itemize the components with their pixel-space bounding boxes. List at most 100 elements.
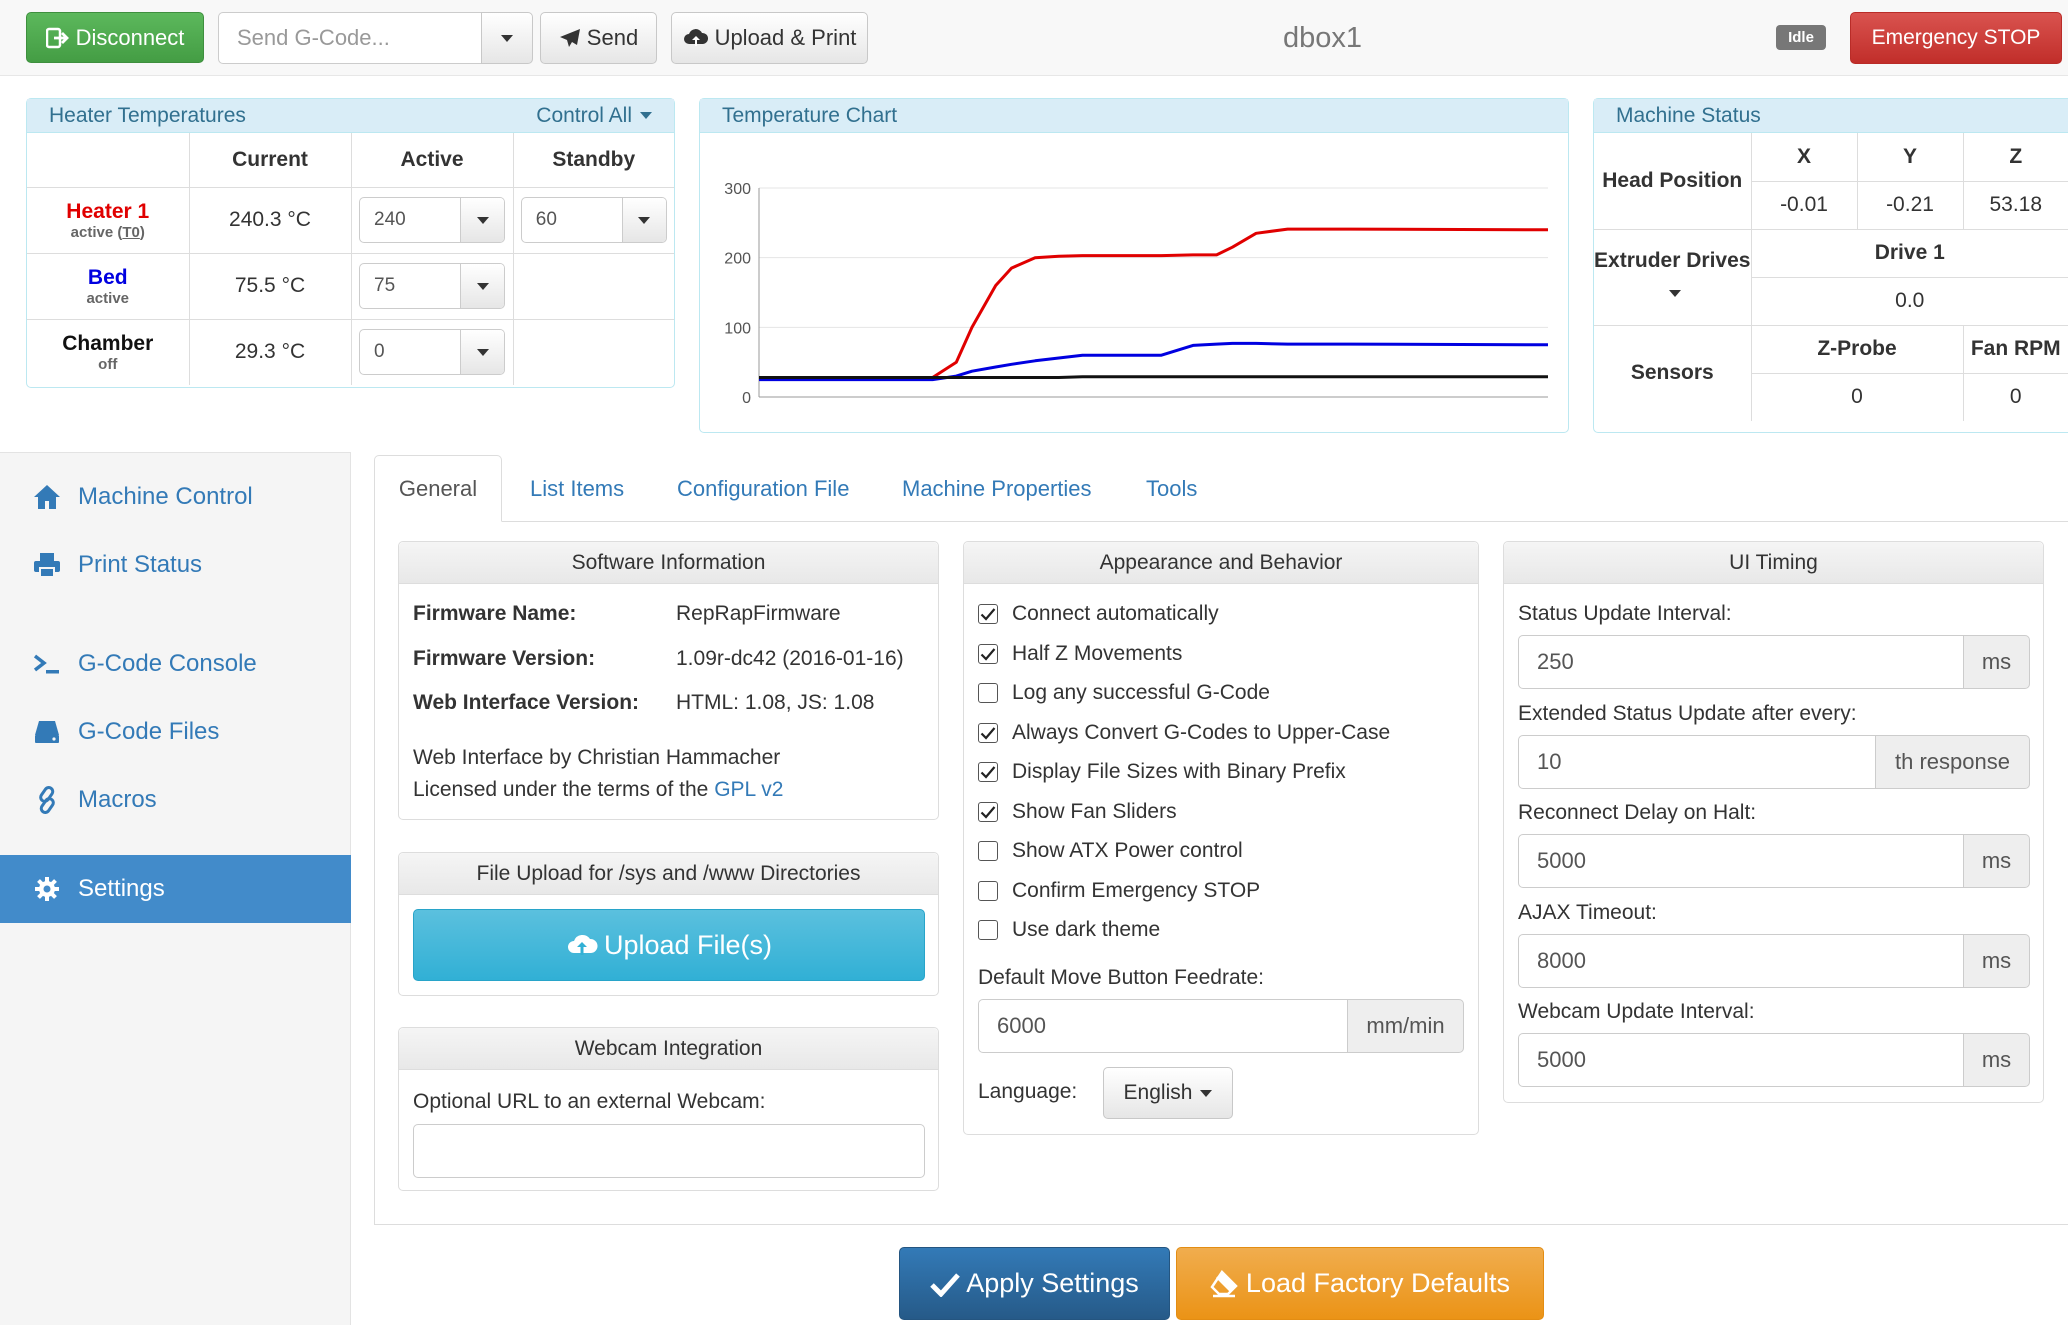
send-button[interactable]: Send [540, 12, 657, 64]
chart-title: Temperature Chart [722, 103, 898, 127]
fanrpm-label: Fan RPM [1962, 324, 2068, 374]
tab-configuration-file[interactable]: Configuration File [677, 455, 849, 522]
timing-field-input[interactable] [1518, 734, 1876, 789]
checkbox-checked[interactable] [978, 643, 998, 664]
timing-field-label: Reconnect Delay on Halt: [1518, 801, 1757, 824]
control-all-dropdown[interactable]: Control All [536, 104, 652, 128]
col-standby: Standby [512, 133, 674, 188]
chevron-down-icon [638, 216, 651, 224]
chart-panel: Temperature Chart 0 100 200 300 [699, 98, 1569, 433]
checkbox-label: Display File Sizes with Binary Prefix [1012, 760, 1346, 783]
feedrate-input[interactable] [978, 999, 1348, 1053]
checkbox-checked[interactable] [978, 722, 998, 743]
bed-active-dropdown[interactable] [460, 264, 504, 308]
checkbox-row[interactable]: Display File Sizes with Binary Prefix [978, 760, 1346, 784]
checkbox-unchecked[interactable] [978, 683, 998, 703]
chart-series-line-2 [759, 375, 1548, 379]
checkbox-checked[interactable] [978, 801, 998, 822]
gcode-history-dropdown[interactable] [481, 12, 533, 64]
checkbox-unchecked[interactable] [978, 880, 998, 901]
checkbox-checked[interactable] [978, 762, 998, 782]
checkmark-icon [980, 805, 996, 819]
y-tick-label: 200 [724, 251, 751, 268]
checkbox-row[interactable]: Log any successful G-Code [978, 681, 1270, 705]
sidebar-item-macros[interactable]: Macros [0, 766, 351, 834]
tab-list-items[interactable]: List Items [530, 455, 624, 522]
heater1-active-value: 240 [374, 209, 406, 230]
firmware-name-value: RepRapFirmware [676, 602, 841, 625]
checkbox-row[interactable]: Confirm Emergency STOP [978, 879, 1260, 903]
status-badge: Idle [1776, 25, 1826, 50]
sidebar-item-label: Macros [78, 786, 157, 813]
software-info-title: Software Information [399, 542, 938, 584]
web-version-label: Web Interface Version: [413, 691, 640, 714]
tab-machine-properties[interactable]: Machine Properties [902, 455, 1092, 522]
chevron-down-icon [476, 216, 489, 224]
col-active: Active [350, 133, 514, 188]
checkbox-row[interactable]: Connect automatically [978, 602, 1219, 626]
language-dropdown[interactable]: English [1103, 1067, 1233, 1119]
gcode-input[interactable] [218, 12, 482, 64]
sidebar-item-machine-control[interactable]: Machine Control [0, 463, 351, 531]
checkbox-row[interactable]: Show ATX Power control [978, 839, 1243, 863]
bed-active-input[interactable]: 75 [359, 263, 505, 309]
upload-files-label: Upload File(s) [603, 929, 773, 960]
emergency-stop-button[interactable]: Emergency STOP [1850, 12, 2062, 64]
heater1-standby-input[interactable]: 60 [520, 197, 667, 243]
sidebar-item-print-status[interactable]: Print Status [0, 531, 351, 599]
timing-field-input[interactable] [1518, 834, 1964, 888]
cog-icon [32, 876, 62, 902]
chevron-down-icon [501, 34, 513, 42]
heater-table-header: Current Active Standby [27, 133, 674, 188]
chamber-active-input[interactable]: 0 [359, 329, 505, 376]
sidebar-item-gcode-files[interactable]: G-Code Files [0, 698, 351, 766]
appearance-title: Appearance and Behavior [964, 542, 1478, 584]
axis-z-label: Z [1962, 133, 2068, 182]
timing-field-input[interactable] [1518, 635, 1964, 689]
tab-general[interactable]: General [374, 455, 502, 522]
checkbox-unchecked[interactable] [978, 841, 998, 861]
disconnect-label: Disconnect [75, 24, 185, 50]
load-defaults-button[interactable]: Load Factory Defaults [1176, 1247, 1544, 1320]
log-out-icon [45, 27, 70, 49]
chamber-name: Chamber [62, 331, 154, 355]
ui-timing-panel: UI Timing Status Update Interval: ms Exten… [1503, 541, 2044, 1103]
upload-files-button[interactable]: Upload File(s) [413, 909, 925, 981]
checkbox-row[interactable]: Use dark theme [978, 918, 1160, 942]
timing-field-input[interactable] [1518, 1033, 1964, 1087]
chamber-state: off [98, 355, 118, 373]
timing-field-unit: ms [1963, 933, 2030, 988]
software-info-panel: Software Information Firmware Name: RepR… [398, 541, 939, 820]
sidebar-item-gcode-console[interactable]: G-Code Console [0, 630, 351, 698]
chamber-active-dropdown[interactable] [460, 330, 504, 375]
heater-row-heater1: Heater 1 active (T0) 240.3 °C 240 60 [27, 186, 674, 254]
extruder-drives-label: Extruder Drives [1594, 249, 1751, 272]
heater1-active-input[interactable]: 240 [359, 197, 505, 243]
drive1-label: Drive 1 [1750, 228, 2068, 278]
heater-row-bed: Bed active 75.5 °C 75 [27, 252, 674, 320]
apply-settings-button[interactable]: Apply Settings [899, 1247, 1170, 1320]
chart-panel-header: Temperature Chart [700, 99, 1568, 133]
checkbox-row[interactable]: Half Z Movements [978, 642, 1182, 666]
checkbox-unchecked[interactable] [978, 920, 998, 940]
heater1-standby-dropdown[interactable] [621, 198, 666, 242]
heater1-state-suffix: ) [139, 223, 145, 241]
disconnect-button[interactable]: Disconnect [26, 12, 204, 63]
sidebar-item-settings[interactable]: Settings [0, 855, 351, 923]
zprobe-value: 0 [1750, 372, 1964, 421]
license-line: Licensed under the terms of the GPL v2 [413, 778, 783, 802]
upload-print-button[interactable]: Upload & Print [671, 12, 868, 64]
webcam-url-input[interactable] [413, 1124, 925, 1178]
tab-tools[interactable]: Tools [1146, 455, 1197, 522]
extruder-drives-dropdown[interactable]: Extruder Drives [1594, 228, 1752, 326]
heater1-state: active (T0) [27, 224, 189, 241]
checkbox-checked[interactable] [978, 604, 998, 624]
upload-print-label: Upload & Print [714, 25, 857, 50]
timing-field-input[interactable] [1518, 933, 1964, 988]
gpl-link[interactable]: GPL v2 [714, 778, 783, 801]
checkbox-row[interactable]: Always Convert G-Codes to Upper-Case [978, 721, 1390, 745]
heater1-tool: T0 [122, 223, 140, 241]
heater1-active-dropdown[interactable] [460, 198, 504, 242]
checkbox-row[interactable]: Show Fan Sliders [978, 800, 1177, 824]
checkbox-label: Connect automatically [1012, 602, 1219, 625]
